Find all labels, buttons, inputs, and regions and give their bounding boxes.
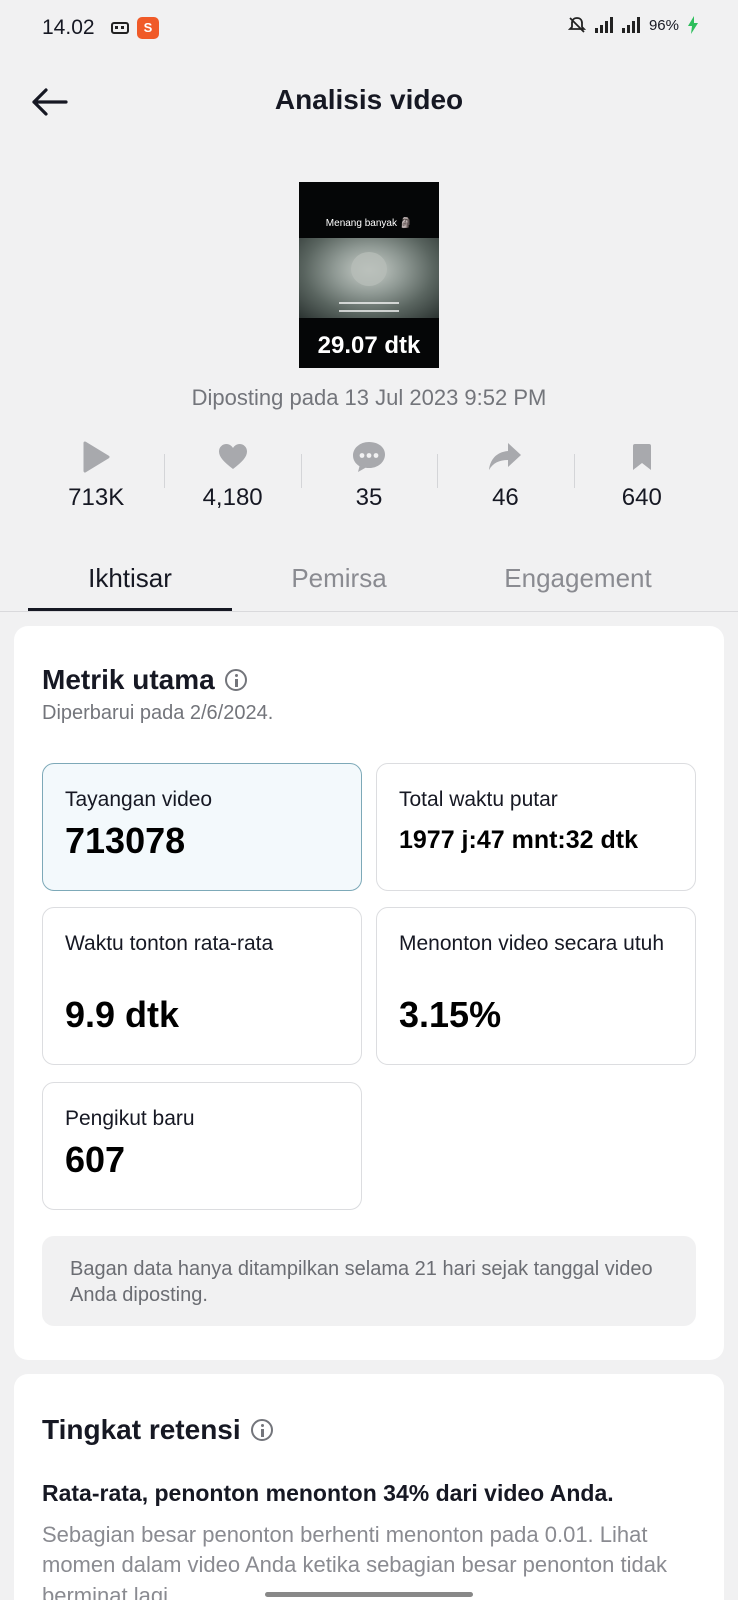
tab-divider — [0, 611, 738, 612]
mute-bell-icon — [567, 17, 586, 33]
stat-saves: 640 — [573, 440, 710, 524]
metric-label: Tayangan video — [65, 788, 213, 811]
tab-engagement[interactable]: Engagement — [446, 556, 710, 612]
tab-ikhtisar[interactable]: Ikhtisar — [28, 556, 232, 612]
info-note: Bagan data hanya ditampilkan selama 21 h… — [42, 1236, 696, 1326]
info-icon[interactable] — [250, 1419, 273, 1441]
video-frame — [299, 238, 439, 318]
page-title: Analisis video — [274, 84, 464, 115]
updated-date: Diperbarui pada 2/6/2024. — [42, 702, 274, 724]
stat-value: 713K — [68, 484, 125, 511]
video-caption: Menang banyak 🗿 — [325, 218, 413, 229]
header: Analisis video — [0, 70, 738, 134]
stat-comments: 35 — [300, 440, 437, 524]
stat-value: 46 — [492, 484, 519, 511]
metric-label: Menonton video secara utuh — [399, 932, 665, 955]
section-title: Metrik utama — [42, 664, 215, 695]
retention-description: Sebagian besar penonton berhenti menonto… — [42, 1522, 667, 1600]
play-icon — [83, 441, 110, 473]
video-duration: 29.07 dtk — [317, 332, 421, 359]
shopee-icon: S — [137, 17, 159, 39]
metric-avg-watch-time[interactable]: Waktu tonton rata-rata 9.9 dtk — [42, 907, 362, 1065]
status-time: 14.02 — [42, 16, 95, 39]
stat-value: 35 — [355, 484, 383, 511]
metric-total-watch-time[interactable]: Total waktu putar 1977 j:47 mnt:32 dtk — [376, 763, 696, 891]
metric-full-video-watched[interactable]: Menonton video secara utuh 3.15% — [376, 907, 696, 1065]
key-metrics-card: Metrik utama Diperbarui pada 2/6/2024. T… — [14, 626, 724, 1360]
status-bar: 14.02 S 96% — [0, 0, 738, 56]
stat-views: 713K — [28, 440, 164, 524]
metric-value: 3.15% — [399, 994, 502, 1035]
home-indicator[interactable] — [265, 1592, 473, 1597]
retention-headline: Rata-rata, penonton menonton 34% dari vi… — [42, 1480, 614, 1506]
info-icon[interactable] — [224, 669, 247, 691]
stat-shares: 46 — [437, 440, 573, 524]
metric-value: 713078 — [65, 820, 186, 861]
metric-video-views[interactable]: Tayangan video 713078 — [42, 763, 362, 891]
posted-date: Diposting pada 13 Jul 2023 9:52 PM — [191, 385, 547, 410]
share-icon — [489, 443, 522, 470]
stat-value: 4,180 — [202, 484, 263, 511]
comment-icon — [353, 442, 386, 472]
metric-label: Total waktu putar — [399, 788, 558, 811]
notification-icon — [111, 22, 129, 34]
metric-label: Waktu tonton rata-rata — [65, 932, 274, 955]
section-title: Tingkat retensi — [42, 1414, 241, 1445]
tab-pemirsa[interactable]: Pemirsa — [232, 556, 446, 612]
stats-row: 713K 4,180 35 46 640 — [28, 440, 710, 524]
metric-value: 1977 j:47 mnt:32 dtk — [399, 826, 638, 854]
battery-level: 96% — [648, 16, 679, 34]
charging-icon — [688, 16, 698, 34]
bookmark-icon — [632, 444, 651, 470]
retention-card: Tingkat retensi Rata-rata, penonton meno… — [14, 1374, 724, 1600]
video-thumbnail[interactable]: Menang banyak 🗿 29.07 dtk — [299, 182, 439, 368]
signal-icon — [594, 17, 613, 33]
metric-value: 9.9 dtk — [65, 994, 180, 1035]
signal-4g-icon — [621, 17, 640, 33]
stat-likes: 4,180 — [164, 440, 300, 524]
heart-icon — [218, 444, 247, 469]
metric-label: Pengikut baru — [65, 1107, 195, 1130]
metric-value: 607 — [65, 1139, 126, 1180]
metric-new-followers[interactable]: Pengikut baru 607 — [42, 1082, 362, 1210]
stat-value: 640 — [621, 484, 662, 511]
tab-bar: Ikhtisar Pemirsa Engagement — [28, 556, 710, 612]
